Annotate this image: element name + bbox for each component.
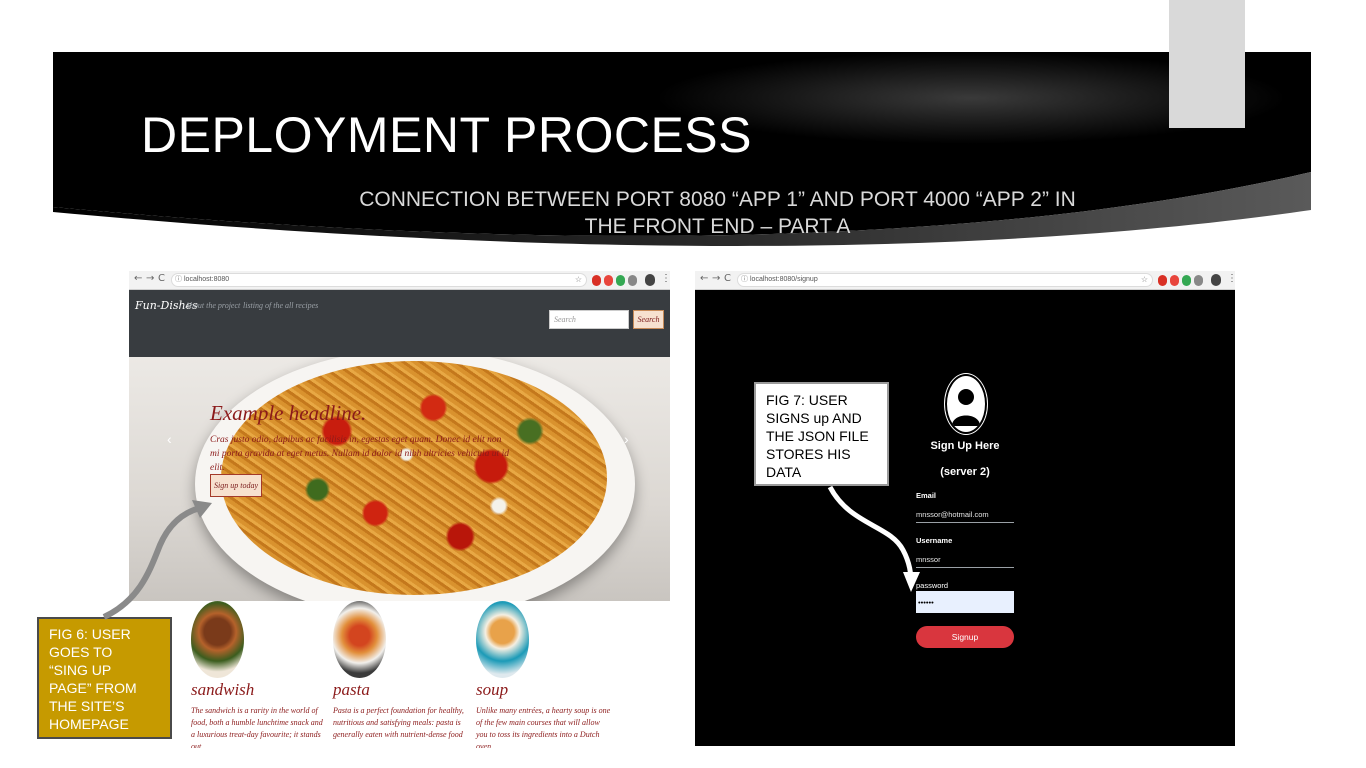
password-label: password <box>916 581 949 590</box>
extension-icon[interactable] <box>1170 275 1179 286</box>
signup-subheading: (server 2) <box>940 466 990 478</box>
username-label: Username <box>916 536 953 545</box>
extension-icon[interactable] <box>1194 275 1203 286</box>
email-label: Email <box>916 491 937 500</box>
address-url: localhost:8080 <box>184 276 230 283</box>
search-button[interactable]: Search <box>633 310 664 329</box>
card-title-soup: soup <box>476 680 509 699</box>
slide-subtitle: CONNECTION BETWEEN PORT 8080 “APP 1” AND… <box>359 188 1076 238</box>
carousel-prev-icon[interactable]: ‹ <box>167 431 172 447</box>
extension-icon[interactable] <box>628 275 637 286</box>
pasta-image <box>221 361 607 595</box>
address-bar[interactable]: ⓘ localhost:8080/signup ☆ <box>737 273 1153 287</box>
forward-arrow-icon[interactable]: → <box>712 273 720 284</box>
sign-up-today-button[interactable]: Sign up today <box>210 474 262 497</box>
signup-button[interactable]: Signup <box>916 626 1014 648</box>
extension-icon[interactable] <box>604 275 613 286</box>
menu-icon[interactable]: ⋮ <box>661 273 670 284</box>
profile-icon[interactable] <box>1211 274 1221 286</box>
browser-toolbar: ← → C ⓘ localhost:8080/signup ☆ ⋮ <box>695 271 1235 290</box>
signup-screenshot: ← → C ⓘ localhost:8080/signup ☆ ⋮ Sign U… <box>695 271 1235 746</box>
slide-title: DEPLOYMENT PROCESS <box>141 107 753 163</box>
extension-icon[interactable] <box>1158 275 1167 286</box>
card-text-sandwish: The sandwich is a rarity in the world of… <box>191 706 323 748</box>
card-title-sandwish: sandwish <box>191 680 255 699</box>
pasta-card-image <box>333 601 386 678</box>
info-icon: ⓘ <box>741 276 748 283</box>
card-text-pasta: Pasta is a perfect foundation for health… <box>333 706 464 739</box>
menu-icon[interactable]: ⋮ <box>1227 273 1235 284</box>
username-field[interactable] <box>916 552 1014 568</box>
forward-arrow-icon[interactable]: → <box>146 273 154 284</box>
fig7-callout: FIG 7: USER SIGNS up AND THE JSON FILE S… <box>754 382 889 486</box>
nav-link-about[interactable]: About the project <box>185 301 240 310</box>
reload-icon[interactable]: C <box>724 273 731 284</box>
extension-icon[interactable] <box>1182 275 1191 286</box>
avatar-icon <box>945 374 987 434</box>
back-arrow-icon[interactable]: ← <box>700 273 708 284</box>
soup-image <box>476 601 529 678</box>
grey-tab-decoration <box>1169 0 1245 128</box>
back-arrow-icon[interactable]: ← <box>134 273 142 284</box>
extension-icon[interactable] <box>616 275 625 286</box>
homepage-screenshot: ← → C ⓘ localhost:8080 ☆ ⋮ Fun-Dishes Ab… <box>129 271 670 748</box>
address-url: localhost:8080/signup <box>750 276 818 283</box>
signup-heading: Sign Up Here <box>930 440 1000 452</box>
fig6-callout: FIG 6: USER GOES TO “SING UP PAGE” FROM … <box>37 617 172 739</box>
address-bar[interactable]: ⓘ localhost:8080 ☆ <box>171 273 587 287</box>
info-icon: ⓘ <box>175 276 182 283</box>
sandwich-image <box>191 601 244 678</box>
hero-headline: Example headline. <box>210 401 367 425</box>
site-navbar: Fun-Dishes About the project listing of … <box>129 290 670 357</box>
hero-text: Cras justo odio, dapibus ac facilisis in… <box>210 435 509 473</box>
password-field[interactable] <box>916 591 1014 613</box>
hero-carousel: ‹ › Example headline. Cras justo odio, d… <box>129 357 670 601</box>
card-title-pasta: pasta <box>333 680 370 699</box>
email-field[interactable] <box>916 507 1014 523</box>
nav-link-listing[interactable]: listing of the all recipes <box>243 301 318 310</box>
browser-toolbar: ← → C ⓘ localhost:8080 ☆ ⋮ <box>129 271 670 290</box>
carousel-next-icon[interactable]: › <box>624 431 629 447</box>
search-input[interactable] <box>549 310 629 329</box>
star-icon[interactable]: ☆ <box>575 274 582 286</box>
star-icon[interactable]: ☆ <box>1141 274 1148 286</box>
profile-icon[interactable] <box>645 274 655 286</box>
reload-icon[interactable]: C <box>158 273 165 284</box>
extension-icon[interactable] <box>592 275 601 286</box>
card-text-soup: Unlike many entrées, a hearty soup is on… <box>476 706 611 748</box>
